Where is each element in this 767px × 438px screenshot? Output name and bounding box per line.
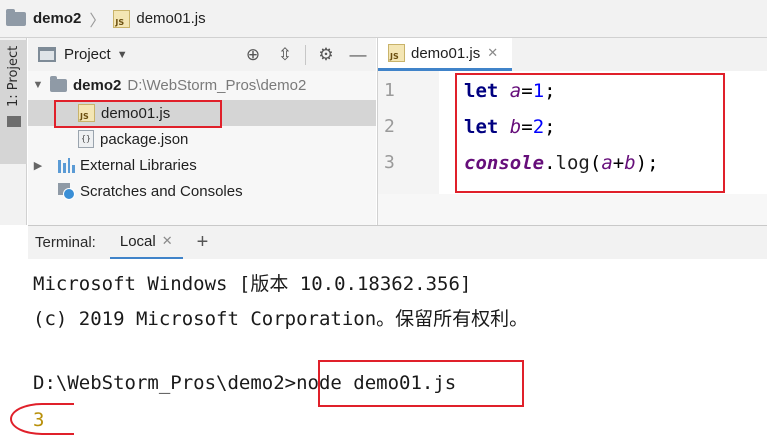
chevron-right-icon[interactable]: ▶ [32, 159, 44, 172]
tree-item-demo2[interactable]: ▼ demo2 D:\WebStorm_Pros\demo2 [28, 72, 376, 98]
folder-icon [6, 8, 26, 26]
tree-item-label: package.json [100, 130, 189, 148]
line-number: 1 [384, 80, 395, 101]
library-icon [58, 157, 75, 173]
gear-icon[interactable]: ⚙ [314, 43, 338, 67]
hide-icon[interactable]: — [346, 43, 370, 67]
terminal-output[interactable]: Microsoft Windows [版本 10.0.18362.356] (c… [28, 259, 767, 438]
plus-icon[interactable]: + [197, 231, 209, 254]
terminal-header: Terminal: Local ✕ + [28, 225, 767, 260]
project-tree: ▼ demo2 D:\WebStorm_Pros\demo2 demo01.js… [28, 71, 376, 225]
tab-label: Local [119, 232, 156, 250]
left-tool-strip: 1: Project [0, 38, 27, 225]
breadcrumb-separator: 〉 [89, 12, 106, 30]
chevron-down-icon[interactable]: ▼ [117, 49, 128, 61]
json-file-icon: {} [78, 130, 94, 148]
line-number: 2 [384, 116, 395, 137]
tree-item-label: Scratches and Consoles [80, 182, 243, 200]
scratches-icon [58, 182, 75, 200]
editor-gutter: 1 2 3 [377, 71, 439, 194]
terminal-line: Microsoft Windows [版本 10.0.18362.356] [33, 273, 472, 295]
project-tool-tab[interactable]: 1: Project [0, 40, 27, 164]
project-tool-tab-label: 1: Project [6, 46, 21, 108]
js-file-icon [113, 9, 131, 28]
close-icon[interactable]: ✕ [162, 233, 173, 249]
line-number: 3 [384, 152, 395, 173]
tree-item-scratches[interactable]: Scratches and Consoles [28, 178, 376, 204]
tab-local[interactable]: Local ✕ [109, 225, 183, 260]
collapse-icon[interactable]: ⇳ [273, 43, 297, 67]
terminal-title: Terminal: [35, 234, 96, 251]
navigation-bar: demo2 〉 demo01.js [0, 0, 767, 38]
tree-item-label: demo2 [73, 76, 122, 94]
locate-icon[interactable]: ⊕ [241, 43, 265, 67]
tree-item-label: External Libraries [80, 156, 197, 174]
project-view-selector[interactable]: Project [64, 46, 111, 63]
annotation-box-command [318, 360, 524, 407]
close-icon[interactable]: ✕ [487, 45, 498, 61]
annotation-box-code [455, 73, 725, 193]
project-window-icon [38, 47, 56, 62]
toolbar-divider [305, 44, 306, 65]
tree-item-path: D:\WebStorm_Pros\demo2 [127, 76, 307, 94]
project-panel-header: Project ▼ ⊕ ⇳ ⚙ — [28, 38, 376, 71]
folder-icon [50, 75, 67, 92]
annotation-box-file [54, 100, 222, 128]
breadcrumb-project[interactable]: demo2 [33, 10, 81, 27]
editor-tab-bar: demo01.js ✕ [377, 38, 767, 71]
chevron-down-icon[interactable]: ▼ [32, 79, 44, 91]
tab-demo01-js[interactable]: demo01.js ✕ [378, 38, 512, 71]
tree-item-package-json[interactable]: {} package.json [28, 126, 376, 152]
terminal-line: (c) 2019 Microsoft Corporation。保留所有权利。 [33, 308, 529, 330]
annotation-circle-result [10, 403, 74, 435]
tab-label: demo01.js [411, 44, 481, 62]
project-toolbar: ⊕ ⇳ ⚙ — [241, 38, 370, 71]
editor-footer [377, 194, 767, 225]
js-file-icon [388, 44, 405, 62]
tree-item-external-libraries[interactable]: ▶ External Libraries [28, 152, 376, 178]
project-window-icon [7, 116, 21, 127]
breadcrumb-file[interactable]: demo01.js [136, 10, 205, 27]
